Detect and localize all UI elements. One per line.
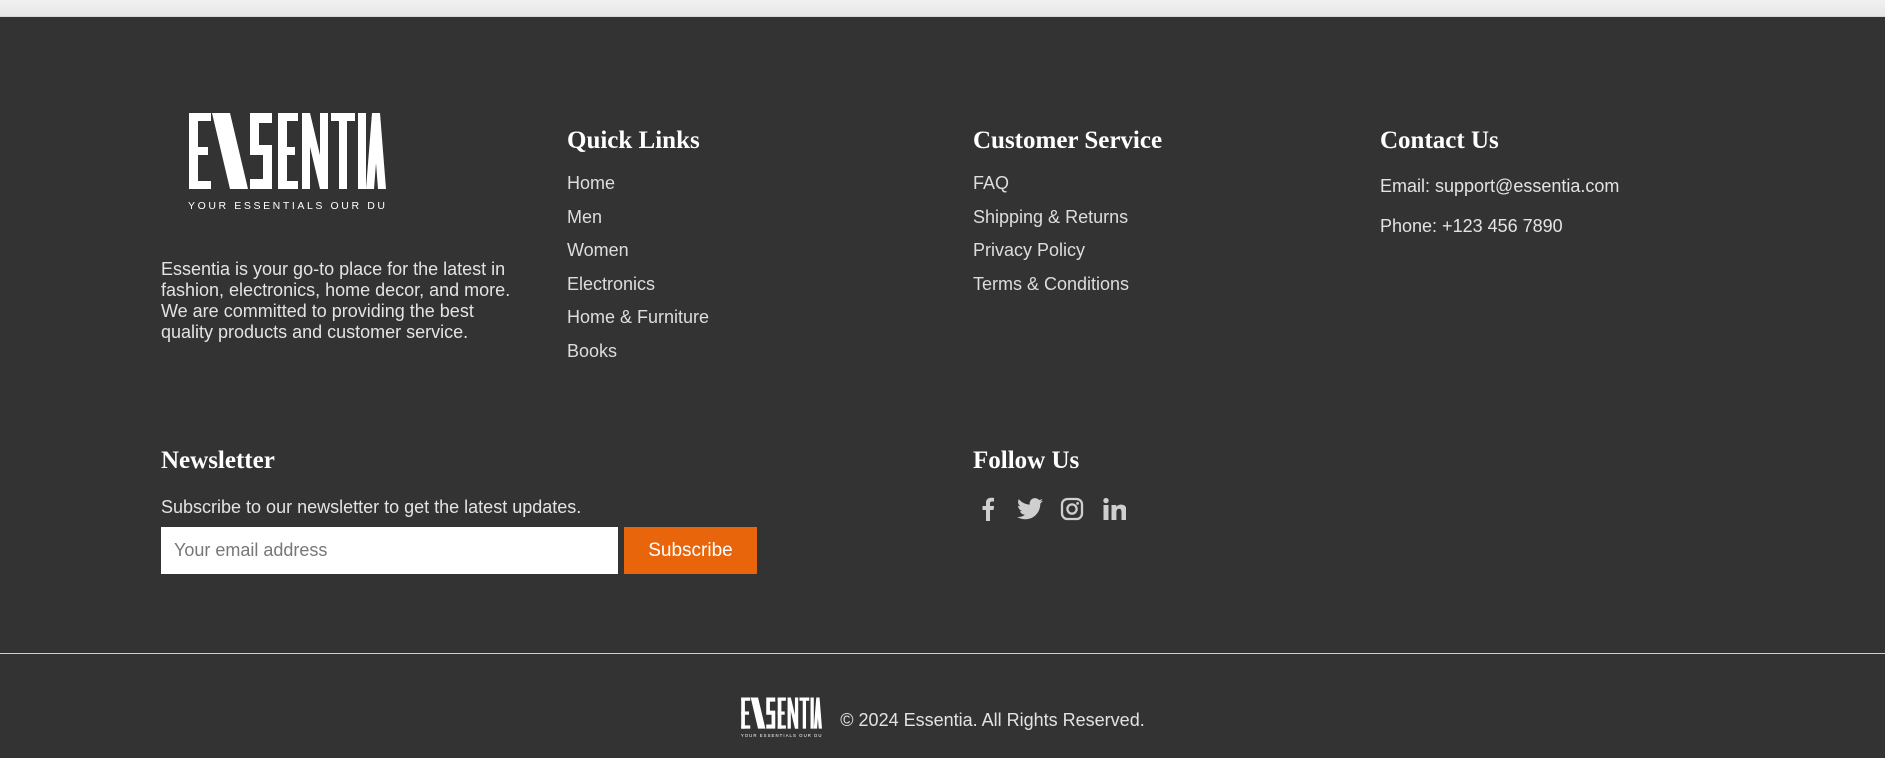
footer-divider (0, 653, 1885, 654)
linkedin-icon[interactable] (1100, 495, 1128, 523)
quick-link-home-furniture[interactable]: Home & Furniture (567, 301, 709, 335)
brand-logo[interactable]: YOUR ESSENTIALS OUR DUTY (186, 113, 404, 218)
customer-service-section: Customer Service FAQ Shipping & Returns … (973, 127, 1162, 301)
service-link-faq[interactable]: FAQ (973, 167, 1162, 201)
service-link-privacy-policy[interactable]: Privacy Policy (973, 234, 1162, 268)
quick-link-electronics[interactable]: Electronics (567, 268, 709, 302)
newsletter-section: Newsletter Subscribe to our newsletter t… (161, 447, 581, 518)
contact-phone: Phone: +123 456 7890 (1380, 216, 1563, 236)
brand-description: Essentia is your go-to place for the lat… (161, 259, 511, 342)
customer-service-list: FAQ Shipping & Returns Privacy Policy Te… (973, 167, 1162, 301)
logo-small-tagline: YOUR ESSENTIALS OUR DUTY (741, 733, 822, 738)
footer-bottom-bar: YOUR ESSENTIALS OUR DUTY © 2024 Essentia… (0, 697, 1885, 744)
copyright-text: © 2024 Essentia. All Rights Reserved. (840, 710, 1145, 730)
subscribe-button[interactable]: Subscribe (624, 527, 757, 574)
customer-service-heading: Customer Service (973, 127, 1163, 154)
quick-links-list: Home Men Women Electronics Home & Furnit… (567, 167, 709, 369)
browser-top-strip (0, 0, 1885, 17)
newsletter-email-input[interactable] (161, 527, 618, 574)
service-link-shipping-returns[interactable]: Shipping & Returns (973, 201, 1162, 235)
twitter-icon[interactable] (1016, 495, 1044, 523)
facebook-icon[interactable] (974, 495, 1002, 523)
essentia-logo-small-icon: YOUR ESSENTIALS OUR DUTY (741, 697, 829, 738)
social-icons (974, 495, 1128, 523)
essentia-logo-icon: YOUR ESSENTIALS OUR DUTY (188, 113, 404, 212)
instagram-icon[interactable] (1058, 495, 1086, 523)
quick-link-books[interactable]: Books (567, 335, 709, 369)
contact-email[interactable]: Email: support@essentia.com (1380, 176, 1619, 197)
site-footer: YOUR ESSENTIALS OUR DUTY Essentia is you… (0, 17, 1885, 758)
newsletter-heading: Newsletter (161, 447, 275, 474)
quick-link-women[interactable]: Women (567, 234, 709, 268)
contact-heading: Contact Us (1380, 127, 1499, 154)
quick-link-men[interactable]: Men (567, 201, 709, 235)
follow-section: Follow Us (973, 447, 1079, 475)
quick-link-home[interactable]: Home (567, 167, 709, 201)
quick-links-heading: Quick Links (567, 127, 700, 154)
brand-logo-small[interactable]: YOUR ESSENTIALS OUR DUTY (740, 697, 829, 744)
contact-section: Contact Us Email: support@essentia.com P… (1380, 127, 1619, 237)
newsletter-text: Subscribe to our newsletter to get the l… (161, 497, 582, 517)
logo-tagline: YOUR ESSENTIALS OUR DUTY (188, 200, 386, 212)
quick-links-section: Quick Links Home Men Women Electronics H… (567, 127, 709, 369)
service-link-terms-conditions[interactable]: Terms & Conditions (973, 268, 1162, 302)
follow-heading: Follow Us (973, 447, 1080, 474)
